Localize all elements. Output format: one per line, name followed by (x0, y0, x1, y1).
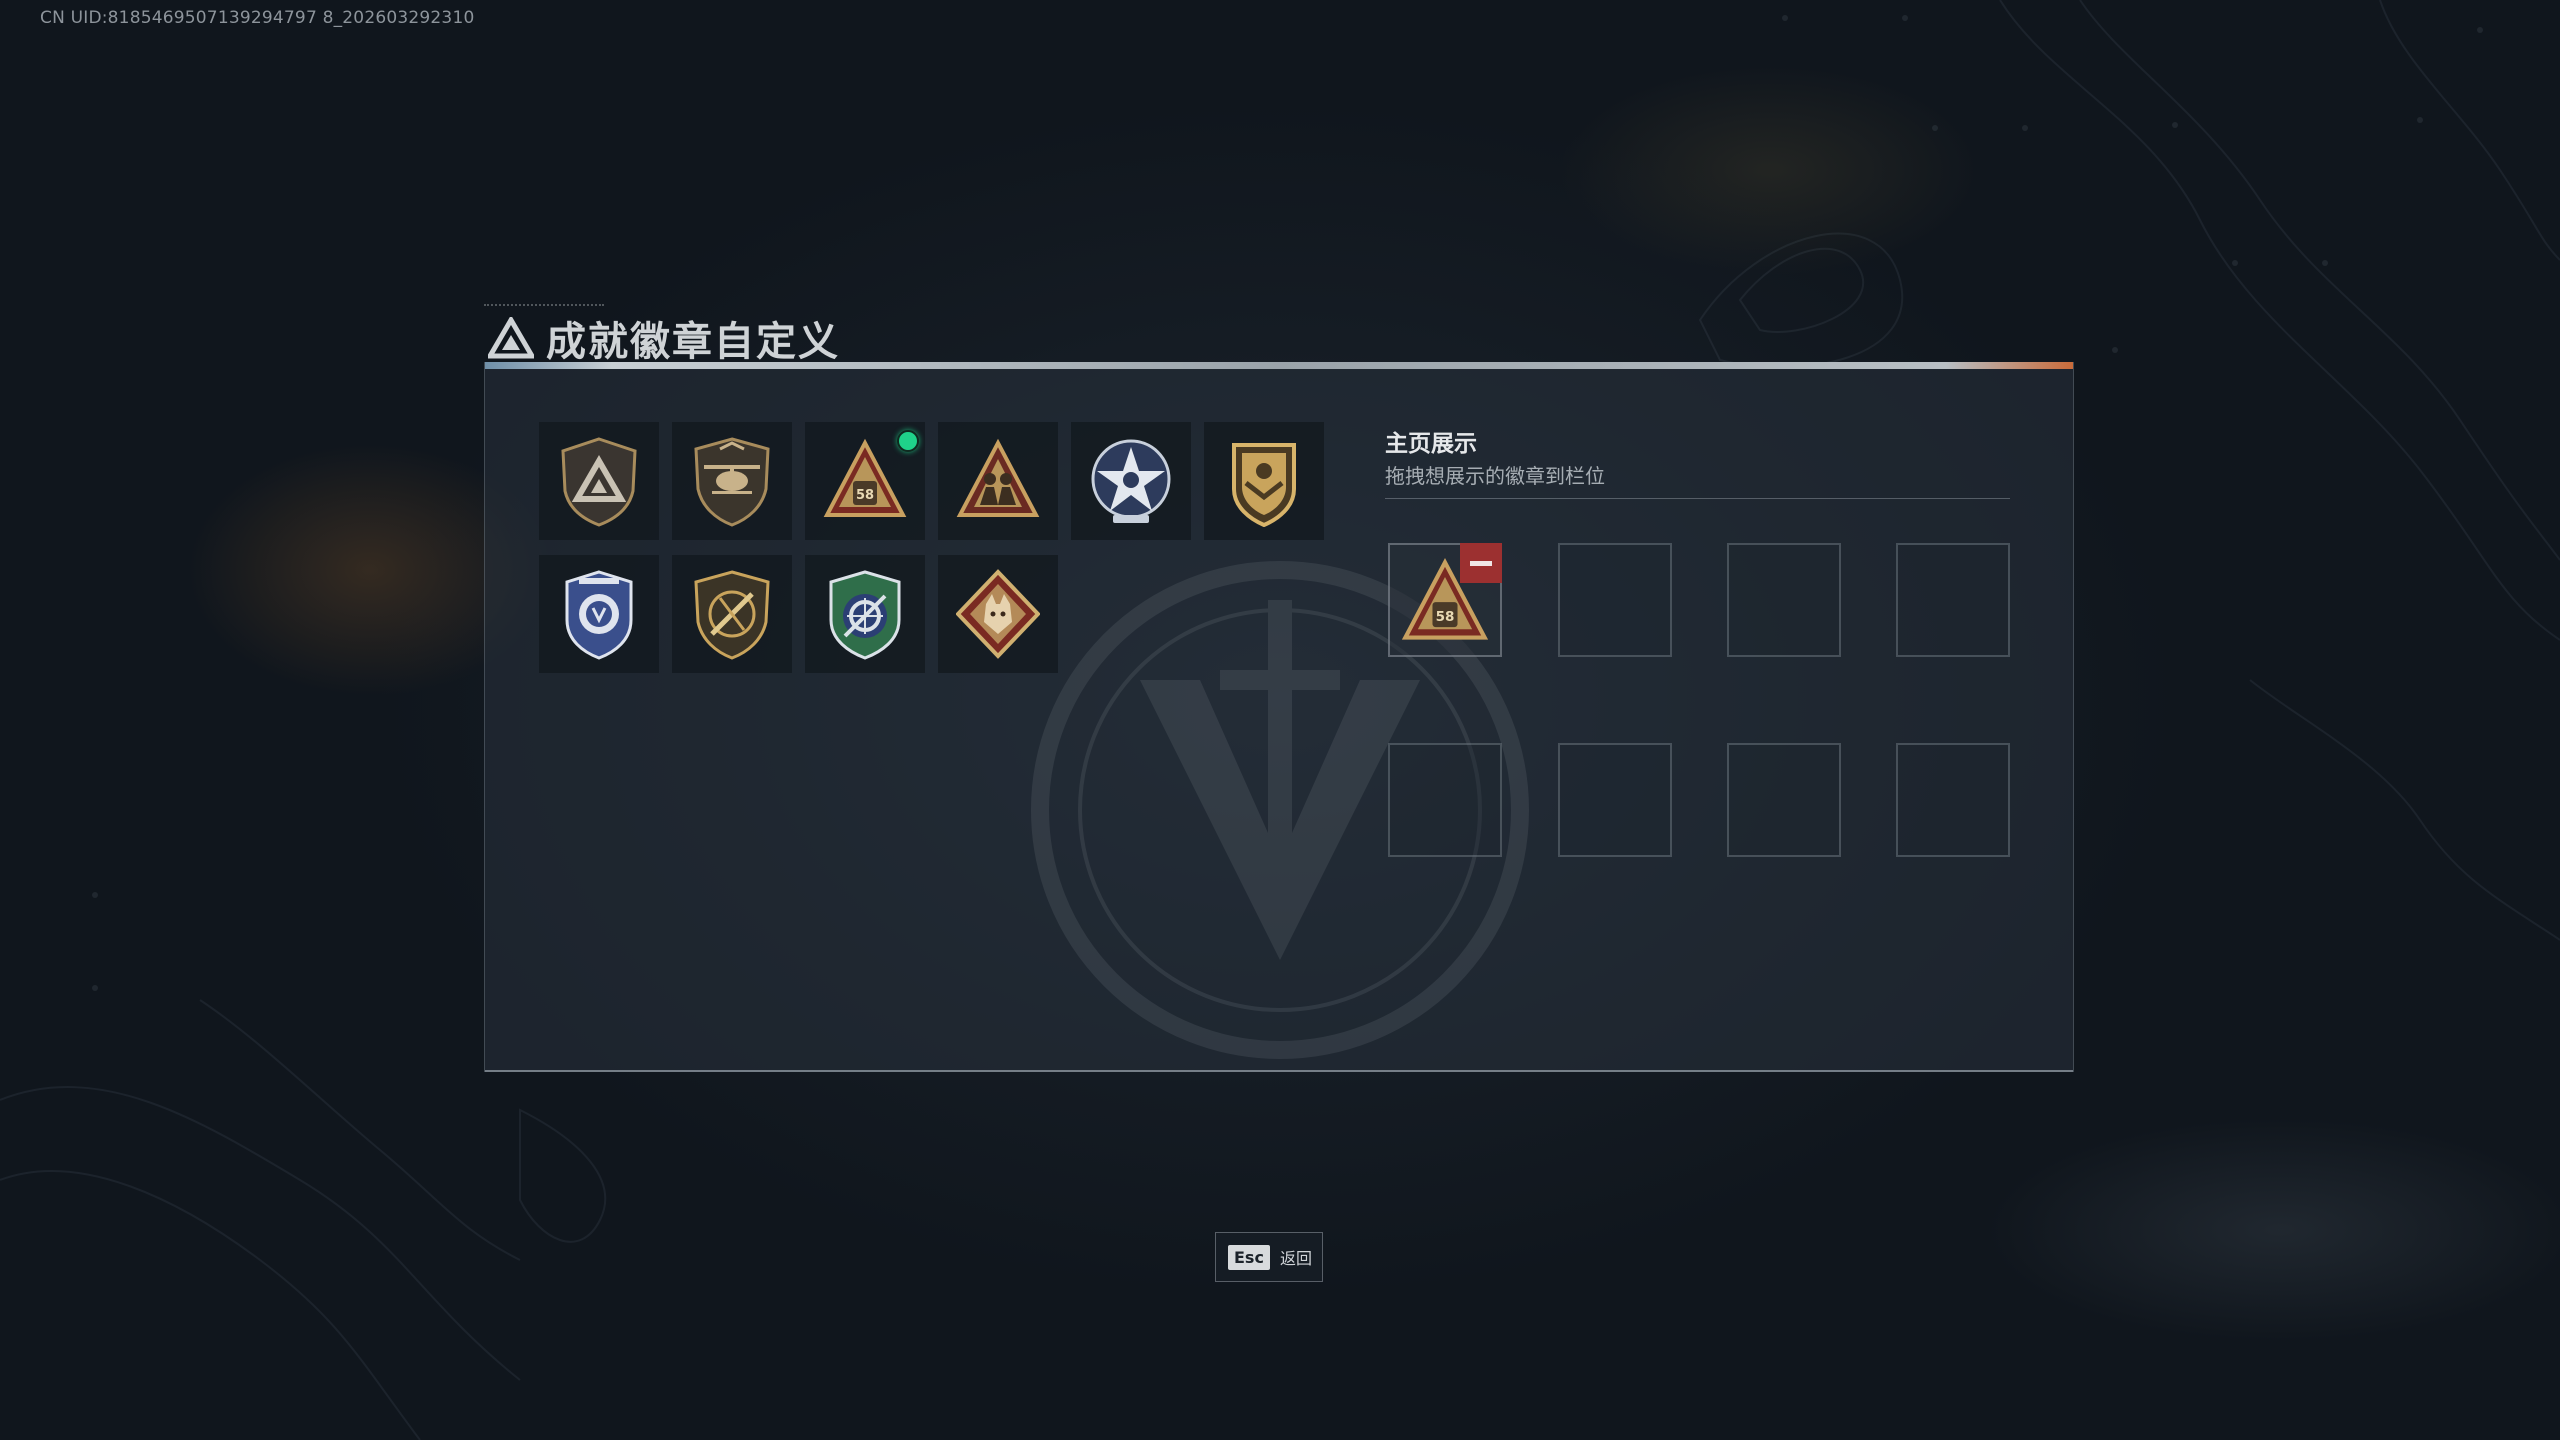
showcase-title: 主页展示 (1385, 431, 1477, 457)
blue-police-badge-icon (565, 570, 633, 660)
showcase-divider (1385, 498, 2010, 499)
badge-item[interactable] (672, 422, 792, 540)
badge-item[interactable] (938, 422, 1058, 540)
new-indicator-dot (897, 430, 919, 452)
remove-badge-button[interactable] (1460, 543, 1502, 583)
badge-item[interactable] (539, 422, 659, 540)
star-round-badge-icon (1091, 439, 1171, 523)
panel-top-bar (485, 362, 2073, 369)
back-button[interactable]: Esc 返回 (1215, 1232, 1323, 1282)
badge-item[interactable] (539, 555, 659, 673)
badge-item[interactable] (1071, 422, 1191, 540)
svg-text:58: 58 (856, 488, 874, 503)
back-label: 返回 (1279, 1249, 1312, 1268)
showcase-slot-6[interactable] (1558, 743, 1672, 857)
badge-item[interactable] (938, 555, 1058, 673)
58-triangle-badge-icon: 58 (823, 438, 907, 517)
showcase-slot-1[interactable]: 58 (1388, 543, 1502, 657)
green-crosshair-badge-icon (829, 570, 901, 660)
showcase-subtitle: 拖拽想展示的徽章到栏位 (1385, 464, 1605, 488)
showcase-slot-5[interactable] (1388, 743, 1502, 857)
helicopter-shield-badge-icon (694, 437, 770, 527)
esc-key-icon: Esc (1228, 1244, 1270, 1270)
panel-bottom-border (485, 1070, 2073, 1072)
badge-number-label: 58 (1436, 609, 1455, 625)
window-title: 成就徽章自定义 (546, 319, 840, 365)
showcase-slot-2[interactable] (1558, 543, 1672, 657)
minus-icon (1470, 560, 1492, 566)
badge-item[interactable] (1204, 422, 1324, 540)
badge-item[interactable]: 58 (805, 422, 925, 540)
delta-logo-icon (488, 317, 534, 359)
window-header: 成就徽章自定义 (488, 308, 840, 368)
delta-triangle-shield-badge-icon (561, 437, 637, 527)
crossed-rifle-shield-badge-icon (694, 570, 770, 660)
badge-item[interactable] (672, 555, 792, 673)
wolf-diamond-badge-icon (956, 569, 1040, 659)
showcase-slot-4[interactable] (1896, 543, 2010, 657)
uid-label: CN UID:8185469507139294797 8_20260329231… (40, 8, 475, 28)
showcase-slot-8[interactable] (1896, 743, 2010, 857)
showcase-slot-7[interactable] (1727, 743, 1841, 857)
soldiers-triangle-badge-icon (956, 438, 1040, 517)
badge-item[interactable] (805, 555, 925, 673)
gold-chevron-shield-badge-icon (1232, 443, 1296, 527)
showcase-slot-3[interactable] (1727, 543, 1841, 657)
